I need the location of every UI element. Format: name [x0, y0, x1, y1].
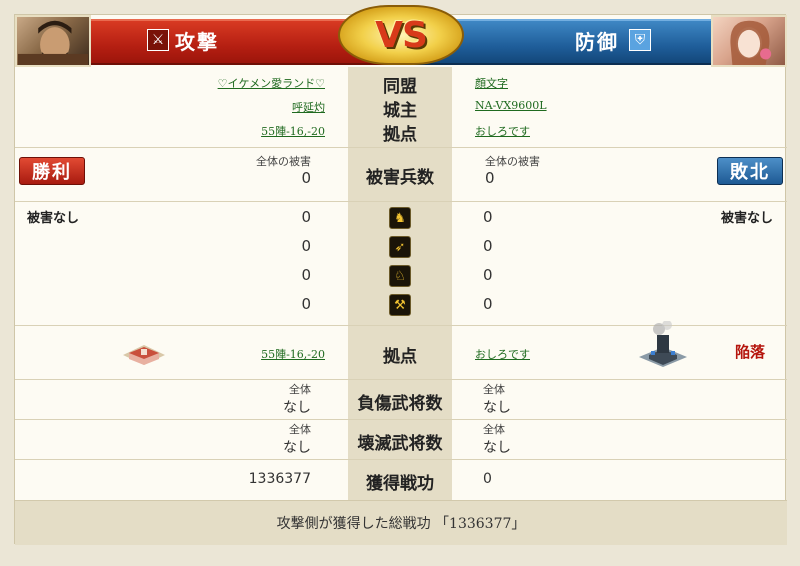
- attacker-unit-loss: 0: [301, 208, 311, 226]
- defender-alliance-link[interactable]: 顔文字: [475, 75, 508, 91]
- infantry-icon: ♞: [389, 207, 411, 229]
- battle-report-panel: ⚔ 攻撃 防御 ⛨ VS ♡イケメン愛ランド♡ 同盟 顔文字 呼延灼 城主 NA…: [14, 5, 787, 545]
- attacker-total-damage: 0: [301, 169, 311, 187]
- battle-header: ⚔ 攻撃 防御 ⛨ VS: [15, 5, 787, 67]
- defender-portrait: [711, 15, 787, 67]
- defender-castle-image: [635, 320, 691, 369]
- attacker-base-row-link[interactable]: 55陣-16,-20: [261, 346, 325, 362]
- total-merit-summary: 攻撃側が獲得した総戦功 「1336377」: [15, 500, 787, 545]
- defender-destroyed-value: なし: [483, 440, 511, 456]
- divider: [15, 201, 787, 202]
- defender-unit-loss: 0: [483, 295, 493, 313]
- base-label: 拠点: [383, 125, 417, 145]
- vs-text: VS: [375, 14, 428, 56]
- attacker-merit: 1336377: [248, 471, 311, 487]
- wounded-label: 負傷武将数: [357, 394, 443, 414]
- attacker-unit-loss: 0: [301, 237, 311, 255]
- defender-no-damage: 被害なし: [720, 211, 773, 226]
- attacker-lord-link[interactable]: 呼延灼: [292, 99, 325, 115]
- defense-label: 防御: [575, 30, 619, 54]
- shield-icon: ⛨: [629, 29, 651, 51]
- attacker-wounded-value: なし: [283, 400, 311, 416]
- defender-unit-loss: 0: [483, 266, 493, 284]
- attacker-total-damage-label: 全体の被害: [256, 155, 311, 168]
- attacker-destroyed-value: なし: [283, 440, 311, 456]
- attacker-portrait: [15, 15, 91, 67]
- vs-badge: VS: [338, 5, 464, 65]
- defender-destroyed-total-label: 全体: [483, 423, 505, 436]
- destroyed-label: 壊滅武将数: [357, 434, 443, 454]
- attacker-destroyed-total-label: 全体: [289, 423, 311, 436]
- defender-unit-loss: 0: [483, 237, 493, 255]
- defender-base-row-link[interactable]: おしろです: [475, 346, 530, 362]
- bow-icon: ➶: [389, 236, 411, 258]
- divider: [15, 379, 787, 380]
- defender-base-link[interactable]: おしろです: [475, 123, 530, 139]
- defender-lord-link[interactable]: NA-VX9600L: [475, 99, 547, 112]
- attacker-base-link[interactable]: 55陣-16,-20: [261, 123, 325, 139]
- defender-merit: 0: [483, 471, 492, 487]
- attack-label: 攻撃: [175, 30, 219, 54]
- attacker-no-damage: 被害なし: [27, 211, 80, 226]
- fallen-status: 陥落: [735, 343, 766, 361]
- divider: [15, 459, 787, 460]
- defeat-badge: 敗北: [717, 157, 783, 185]
- attacker-unit-loss: 0: [301, 266, 311, 284]
- defender-total-damage-label: 全体の被害: [485, 155, 540, 168]
- weapon-icon: ⚒: [389, 294, 411, 316]
- defender-wounded-value: なし: [483, 400, 511, 416]
- damage-label: 被害兵数: [366, 168, 434, 188]
- attacker-unit-loss: 0: [301, 295, 311, 313]
- defender-wounded-total-label: 全体: [483, 383, 505, 396]
- victory-badge: 勝利: [19, 157, 85, 185]
- alliance-label: 同盟: [383, 77, 417, 97]
- defender-total-damage: 0: [485, 169, 495, 187]
- attacker-camp-image: [119, 337, 169, 369]
- attacker-alliance-link[interactable]: ♡イケメン愛ランド♡: [218, 75, 325, 91]
- divider: [15, 419, 787, 420]
- lord-label: 城主: [383, 101, 417, 121]
- merit-label: 獲得戦功: [366, 474, 434, 494]
- divider: [15, 147, 787, 148]
- attacker-wounded-total-label: 全体: [289, 383, 311, 396]
- base-row-label: 拠点: [383, 347, 417, 367]
- crossed-swords-icon: ⚔: [147, 29, 169, 51]
- defender-unit-loss: 0: [483, 208, 493, 226]
- cavalry-icon: ♘: [389, 265, 411, 287]
